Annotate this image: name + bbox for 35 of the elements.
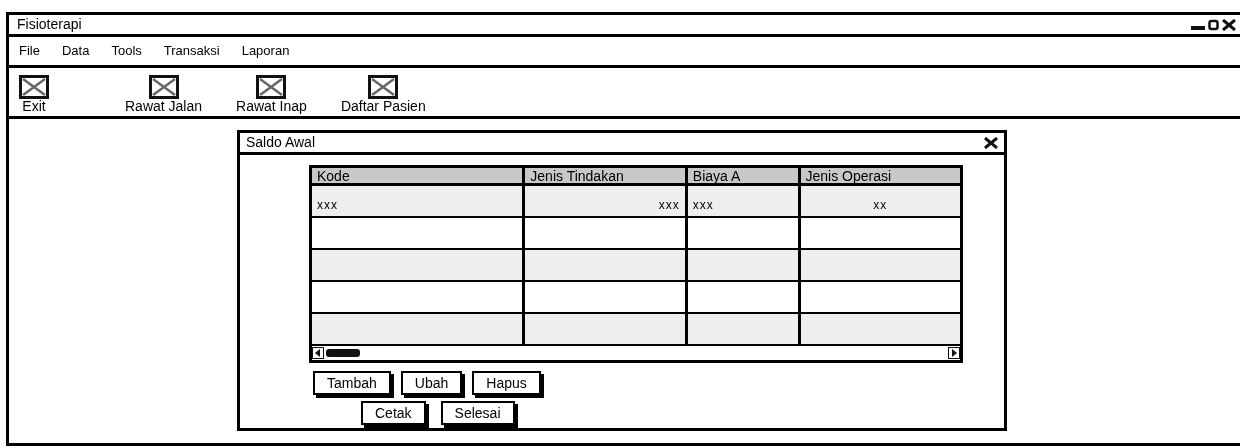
menu-item[interactable]: Tools <box>111 41 142 61</box>
action-button[interactable]: Tambah <box>313 371 391 395</box>
table-cell: xxx <box>317 198 338 212</box>
column-header[interactable]: Jenis Operasi <box>800 168 960 183</box>
scroll-thumb-icon[interactable] <box>326 349 360 357</box>
image-placeholder-icon <box>256 75 287 99</box>
column-header[interactable]: Kode <box>312 168 526 183</box>
action-button[interactable]: Cetak <box>361 401 426 425</box>
toolbar-button[interactable]: Rawat Jalan <box>121 75 207 114</box>
toolbar-button[interactable]: Rawat Inap <box>232 75 311 114</box>
column-header[interactable]: Jenis Tindakan <box>525 168 688 183</box>
table-cell: xxx <box>692 198 714 212</box>
menu-item[interactable]: Data <box>61 41 90 61</box>
action-button[interactable]: Hapus <box>472 371 541 395</box>
table-cell: xx <box>873 198 888 212</box>
dialog-title: Saldo Awal <box>246 133 315 152</box>
window-title: Fisioterapi <box>17 15 82 34</box>
image-placeholder-icon <box>368 75 399 99</box>
menu-item[interactable]: Laporan <box>241 41 290 61</box>
menu-item[interactable]: Transaksi <box>163 41 220 61</box>
close-icon[interactable] <box>1222 18 1236 31</box>
table-cell: xxx <box>658 198 680 212</box>
action-button[interactable]: Ubah <box>400 371 463 395</box>
toolbar-button[interactable]: Exit <box>15 75 53 114</box>
scroll-right-icon[interactable] <box>948 347 960 359</box>
scroll-left-icon[interactable] <box>312 347 324 359</box>
image-placeholder-icon <box>148 75 179 99</box>
toolbar-button[interactable]: Daftar Pasien <box>336 75 430 114</box>
horizontal-scrollbar[interactable] <box>312 346 960 360</box>
close-icon[interactable] <box>984 136 998 149</box>
column-header[interactable]: Biaya A <box>687 168 801 183</box>
image-placeholder-icon <box>19 75 49 99</box>
menu-item[interactable]: File <box>19 41 40 61</box>
maximize-icon[interactable] <box>1208 18 1219 31</box>
action-button[interactable]: Selesai <box>440 401 515 425</box>
